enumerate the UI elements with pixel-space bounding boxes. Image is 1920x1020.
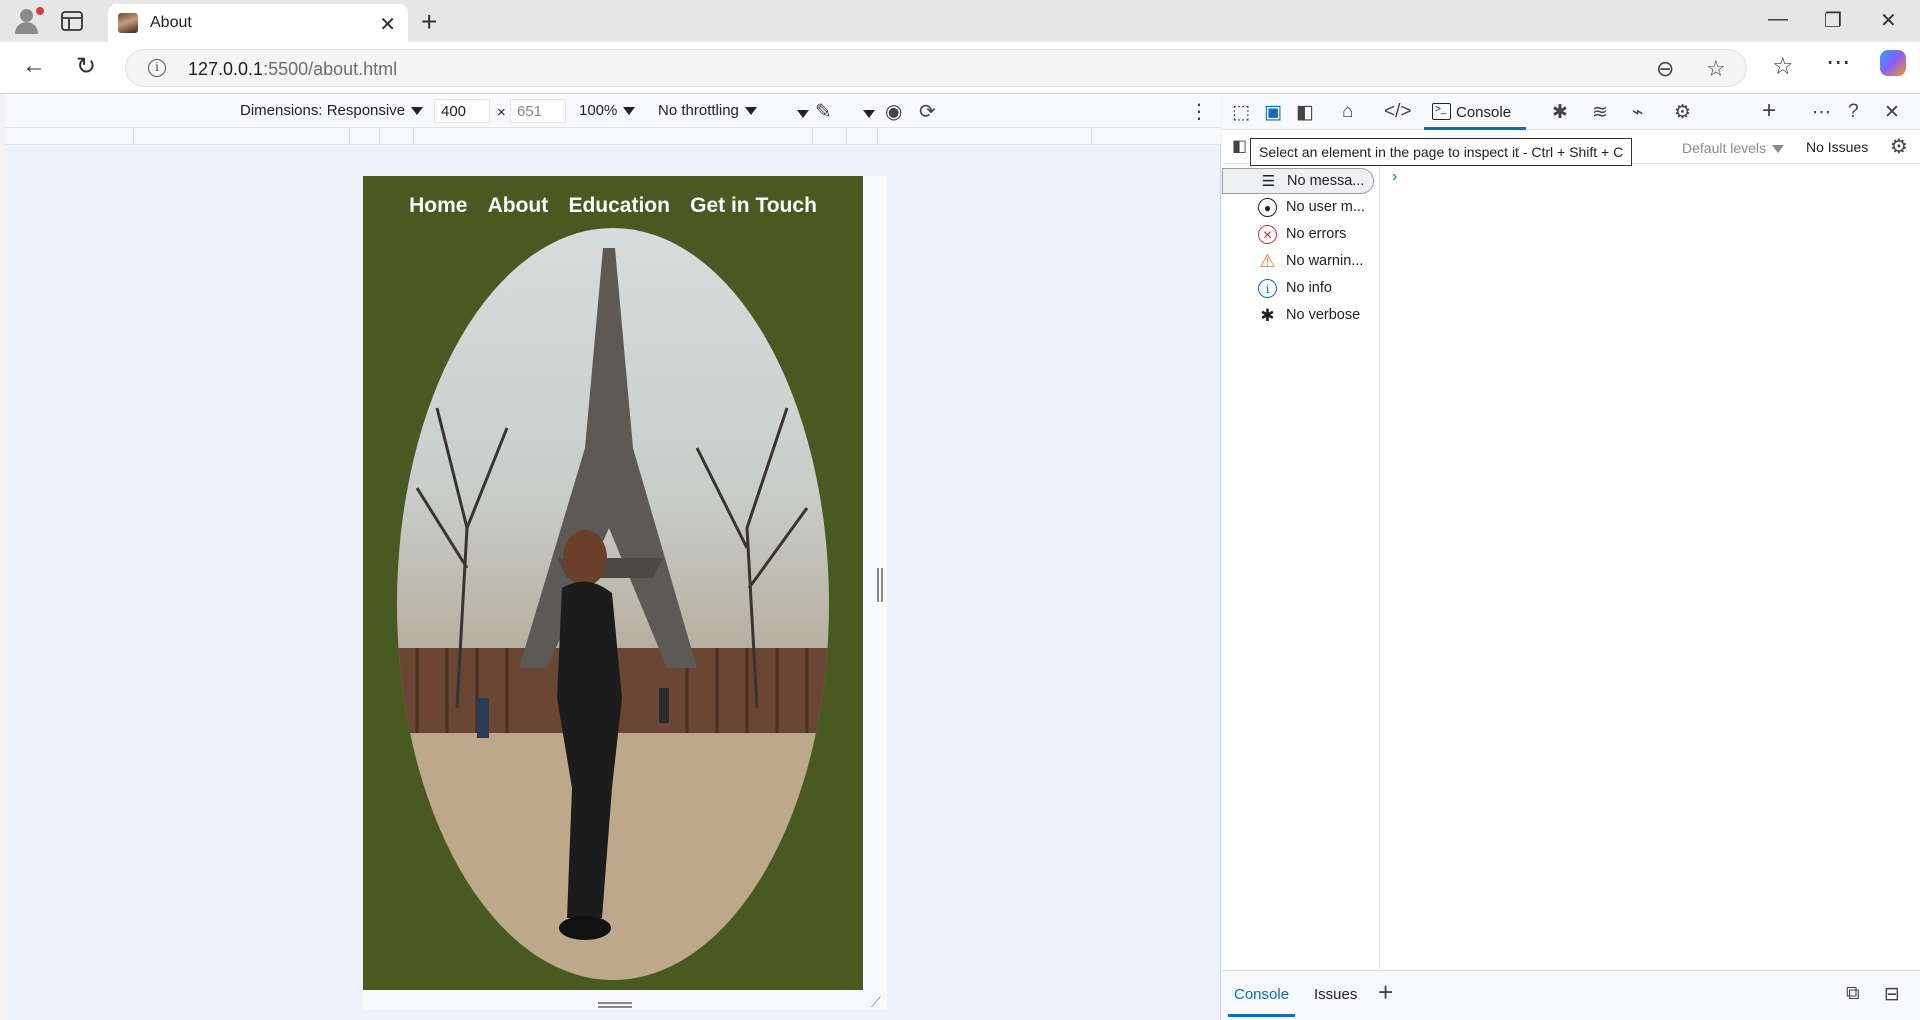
sidebar-item-errors[interactable]: ✕ No errors <box>1222 222 1380 248</box>
url-text: 127.0.0.1:5500/about.html <box>188 59 398 79</box>
elements-tab-icon[interactable]: </> <box>1384 101 1411 123</box>
info-icon: i <box>1258 279 1277 298</box>
sidebar-item-warnings[interactable]: ⚠ No warnin... <box>1222 249 1380 275</box>
height-input[interactable]: 651 <box>510 99 566 123</box>
tab-favicon-icon <box>118 13 138 33</box>
more-tools-plus-icon[interactable]: + <box>1762 97 1776 125</box>
resize-height-handle[interactable] <box>598 1002 632 1008</box>
issues-counter[interactable]: No Issues <box>1806 139 1868 155</box>
new-tab-icon[interactable]: + <box>421 6 437 38</box>
sidebar-item-user-messages[interactable]: ● No user m... <box>1222 195 1380 221</box>
console-settings-gear-icon[interactable]: ⚙ <box>1890 134 1908 159</box>
welcome-home-icon[interactable]: ⌂ <box>1342 101 1353 123</box>
address-bar[interactable]: i 127.0.0.1:5500/about.html ⊖ ☆ <box>125 49 1747 87</box>
warning-icon: ⚠ <box>1259 251 1276 271</box>
devtools-panel: ⬚ ▣ ◧ ⌂ </> >_ Console ✱ ≋ ⌁ ⚙ + ⋯ ? ✕ ◧… <box>1222 94 1920 1020</box>
inspect-element-icon[interactable]: ⬚ <box>1232 101 1250 124</box>
devtools-tabbar: ⬚ ▣ ◧ ⌂ </> >_ Console ✱ ≋ ⌁ ⚙ + ⋯ ? ✕ <box>1222 94 1920 130</box>
devtools-drawer: Console Issues + ⧉ ⊟ <box>1222 970 1920 1020</box>
window-close-icon[interactable]: ✕ <box>1880 8 1897 33</box>
tab-close-icon[interactable]: ✕ <box>379 12 396 37</box>
device-toolbar-menu-icon[interactable]: ⋮ <box>1189 99 1209 124</box>
nav-about[interactable]: About <box>488 194 549 217</box>
nav-education[interactable]: Education <box>568 194 670 217</box>
console-icon: >_ <box>1432 103 1451 120</box>
sidebar-item-info[interactable]: i No info <box>1222 276 1380 302</box>
memory-chip-icon[interactable]: ⚙ <box>1674 101 1691 124</box>
sidebar-item-messages[interactable]: ☰ No messa... <box>1222 168 1374 194</box>
eyedropper-icon[interactable]: ✎ <box>815 99 832 124</box>
save-data-toggle-icon[interactable] <box>791 102 809 125</box>
profile-photo-oval <box>397 228 829 980</box>
back-icon[interactable]: ← <box>22 52 46 80</box>
rotate-icon[interactable]: ⟳ <box>919 99 936 124</box>
help-icon[interactable]: ? <box>1848 101 1859 123</box>
site-nav: Home About Education Get in Touch <box>363 194 863 218</box>
restore-icon[interactable]: ❐ <box>1824 8 1842 33</box>
inspect-tooltip: Select an element in the page to inspect… <box>1250 138 1633 166</box>
minimize-icon[interactable]: — <box>1768 8 1788 31</box>
log-levels-select[interactable]: Default levels <box>1682 140 1785 156</box>
throttling-select[interactable]: No throttling <box>658 102 757 119</box>
favorite-star-icon[interactable]: ☆ <box>1706 56 1726 82</box>
tab-console[interactable]: >_ Console <box>1424 94 1526 130</box>
devtools-close-icon[interactable]: ✕ <box>1884 101 1900 124</box>
collapse-drawer-icon[interactable]: ⊟ <box>1884 983 1900 1006</box>
dock-drawer-icon[interactable]: ⧉ <box>1846 983 1860 1005</box>
device-emulation-icon[interactable]: ▣ <box>1264 101 1282 124</box>
bug-icon: ✱ <box>1260 306 1275 325</box>
vision-deficiency-icon[interactable]: ◉ <box>885 99 902 124</box>
title-bar: About ✕ + — ❐ ✕ <box>0 0 1920 42</box>
emulated-page-viewport: Home About Education Get in Touch <box>363 176 863 990</box>
drawer-tab-console[interactable]: Console <box>1227 986 1296 1017</box>
refresh-icon[interactable]: ↻ <box>76 52 96 81</box>
nav-home[interactable]: Home <box>409 194 467 217</box>
browser-toolbar: ← ↻ i 127.0.0.1:5500/about.html ⊖ ☆ ☆ ⋯ <box>0 42 1920 94</box>
console-sidebar: ☰ No messa... ● No user m... ✕ No errors… <box>1222 164 1380 970</box>
drawer-tab-issues[interactable]: Issues <box>1314 986 1357 1003</box>
resize-corner-icon[interactable]: ⟋ <box>871 994 881 1011</box>
device-toolbar: Dimensions: Responsive 400 × 651 100% No… <box>5 94 1221 128</box>
favorites-icon[interactable]: ☆ <box>1772 52 1794 81</box>
sidebar-item-verbose[interactable]: ✱ No verbose <box>1222 303 1380 329</box>
sidebar-toggle-icon[interactable]: ◧ <box>1232 136 1247 156</box>
copilot-icon[interactable] <box>1880 50 1906 76</box>
tab-actions-icon[interactable] <box>60 10 84 32</box>
zoom-select[interactable]: 100% <box>579 102 636 119</box>
viewport-right-edge <box>863 176 887 1004</box>
profile-avatar-icon[interactable] <box>12 7 44 35</box>
dimensions-times: × <box>497 104 506 121</box>
more-options-caret-icon[interactable] <box>857 102 875 125</box>
resize-width-handle[interactable] <box>877 568 883 602</box>
drawer-add-tab-icon[interactable]: + <box>1378 977 1393 1008</box>
width-input[interactable]: 400 <box>434 99 490 123</box>
read-aloud-icon[interactable]: ⊖ <box>1656 56 1674 82</box>
dock-side-icon[interactable]: ◧ <box>1296 101 1314 124</box>
user-icon: ● <box>1258 198 1277 217</box>
sources-bug-icon[interactable]: ✱ <box>1552 101 1568 124</box>
site-info-icon[interactable]: i <box>148 59 166 77</box>
dimensions-select[interactable]: Dimensions: Responsive <box>240 102 424 119</box>
performance-icon[interactable]: ⌁ <box>1632 101 1643 124</box>
browser-tab-active[interactable]: About ✕ <box>108 4 408 42</box>
nav-get-in-touch[interactable]: Get in Touch <box>690 194 817 217</box>
network-wifi-icon[interactable]: ≋ <box>1592 101 1608 124</box>
media-query-ruler <box>5 128 1221 145</box>
error-icon: ✕ <box>1258 225 1277 244</box>
more-menu-icon[interactable]: ⋯ <box>1826 48 1850 77</box>
list-icon: ☰ <box>1261 173 1276 190</box>
tab-title: About <box>150 14 192 31</box>
device-emulation-area: Dimensions: Responsive 400 × 651 100% No… <box>5 94 1221 1020</box>
console-prompt-chevron-icon[interactable]: › <box>1392 168 1397 186</box>
customize-menu-icon[interactable]: ⋯ <box>1812 101 1831 124</box>
